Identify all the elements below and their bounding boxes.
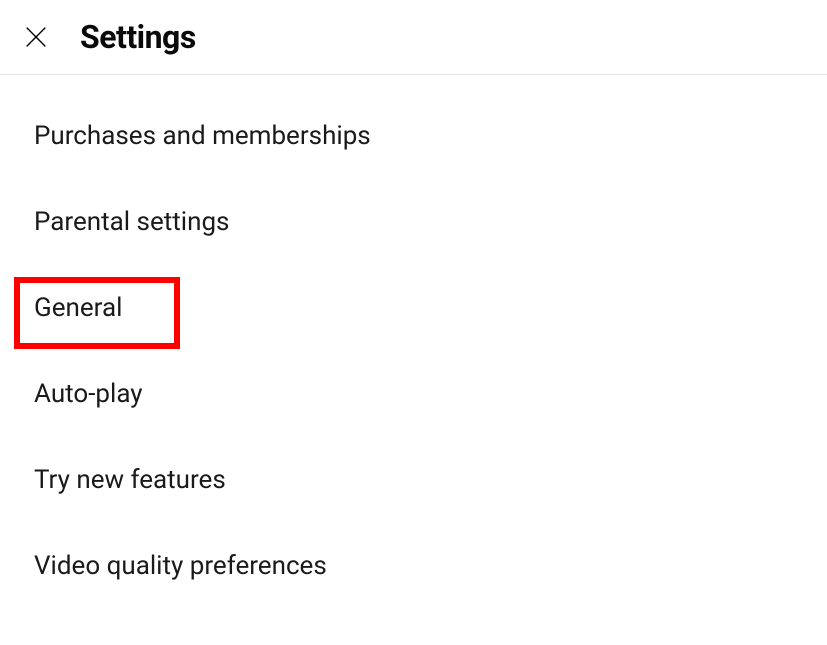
settings-item-label: Purchases and memberships bbox=[34, 121, 371, 151]
settings-item-parental[interactable]: Parental settings bbox=[0, 179, 827, 265]
settings-header: Settings bbox=[0, 0, 827, 75]
settings-item-label: Video quality preferences bbox=[34, 551, 327, 581]
settings-item-label: Auto-play bbox=[34, 379, 143, 409]
settings-item-general[interactable]: General bbox=[0, 265, 827, 351]
settings-item-autoplay[interactable]: Auto-play bbox=[0, 351, 827, 437]
settings-item-label: Try new features bbox=[34, 465, 226, 495]
settings-item-purchases[interactable]: Purchases and memberships bbox=[0, 93, 827, 179]
settings-item-label: Parental settings bbox=[34, 207, 229, 237]
settings-item-video-quality[interactable]: Video quality preferences bbox=[0, 523, 827, 609]
page-title: Settings bbox=[80, 18, 196, 56]
close-icon[interactable] bbox=[20, 21, 52, 53]
settings-item-label: General bbox=[34, 293, 122, 323]
settings-item-try-new-features[interactable]: Try new features bbox=[0, 437, 827, 523]
settings-list: Purchases and memberships Parental setti… bbox=[0, 75, 827, 609]
